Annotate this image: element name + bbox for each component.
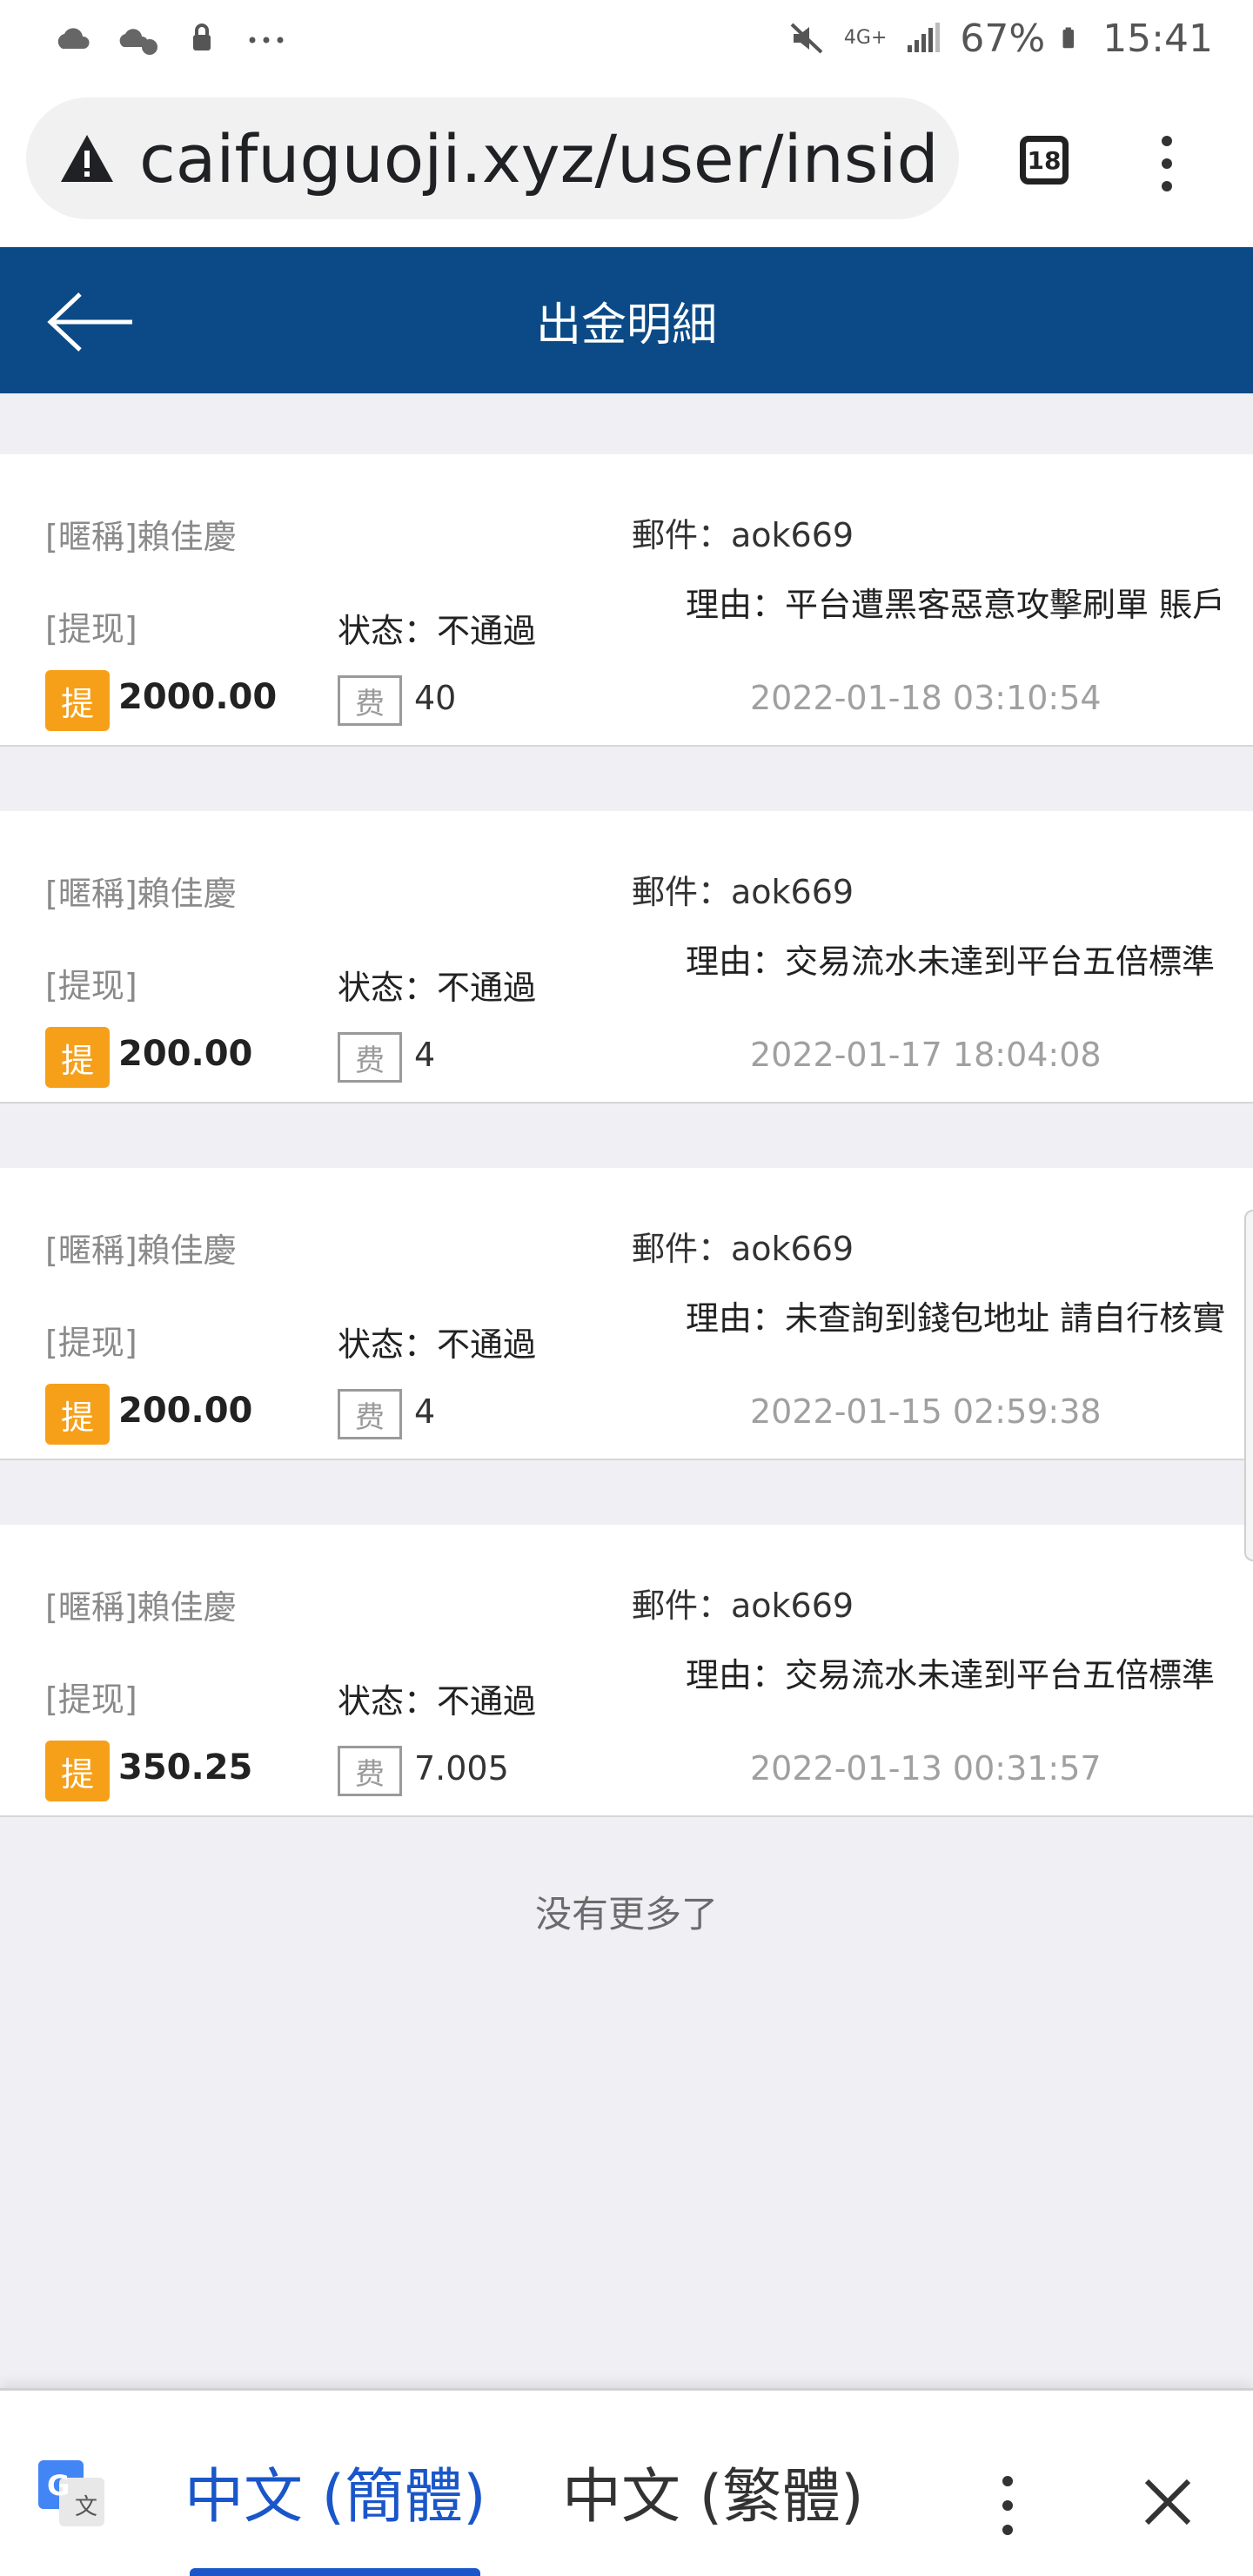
withdraw-tag: 提 xyxy=(45,1741,110,1801)
nickname: [暱稱]賴佳慶 xyxy=(45,518,237,556)
record-type: [提现] xyxy=(45,1680,137,1719)
battery-icon xyxy=(1062,27,1075,49)
email: 郵件：aok669 xyxy=(632,516,854,554)
url-text[interactable]: caifuguoji.xyz/user/insid xyxy=(139,120,939,198)
language-simplified-tab[interactable]: 中文 (簡體) xyxy=(184,2448,486,2534)
fee-value: 4 xyxy=(414,1392,436,1431)
tab-count: 18 xyxy=(1027,145,1062,175)
withdrawal-record[interactable]: [暱稱]賴佳慶 郵件：aok669 理由：交易流水未達到平台五倍標準 [提现] … xyxy=(0,811,1253,1104)
scrollbar[interactable] xyxy=(1244,1210,1253,1561)
reason: 理由：交易流水未達到平台五倍標準 xyxy=(686,1656,1216,1694)
translate-bar: G 文 中文 (簡體) 中文 (繁體) xyxy=(0,2388,1253,2576)
status: 状态：不通過 xyxy=(338,1682,537,1721)
google-translate-icon: G 文 xyxy=(38,2460,104,2526)
clock: 15:41 xyxy=(1102,16,1213,61)
withdrawal-record[interactable]: [暱稱]賴佳慶 郵件：aok669 理由：交易流水未達到平台五倍標準 [提现] … xyxy=(0,1525,1253,1817)
timestamp: 2022-01-13 00:31:57 xyxy=(750,1749,1102,1788)
nickname: [暱稱]賴佳慶 xyxy=(45,1588,237,1627)
email: 郵件：aok669 xyxy=(632,1587,854,1625)
close-icon[interactable] xyxy=(1140,2474,1196,2530)
withdraw-tag: 提 xyxy=(45,1027,110,1088)
signal-icon xyxy=(908,23,941,52)
cloud-icon xyxy=(57,28,90,49)
email: 郵件：aok669 xyxy=(632,1230,854,1268)
status: 状态：不通過 xyxy=(338,612,537,650)
warning-icon[interactable] xyxy=(59,133,115,184)
network-type: 4G+ xyxy=(843,27,888,49)
amount: 350.25 xyxy=(118,1748,253,1788)
status: 状态：不通過 xyxy=(338,969,537,1007)
svg-text:文: 文 xyxy=(75,2494,97,2520)
translate-options-icon[interactable] xyxy=(997,2471,1018,2540)
amount: 2000.00 xyxy=(118,677,278,717)
withdraw-tag: 提 xyxy=(45,670,110,731)
battery-percent: 67% xyxy=(960,16,1046,61)
cloud-notification-icon xyxy=(119,29,157,55)
amount: 200.00 xyxy=(118,1391,253,1431)
fee-label: 费 xyxy=(338,675,402,726)
reason: 理由：未查詢到錢包地址 請自行核實 xyxy=(686,1299,1226,1338)
browser-toolbar: caifuguoji.xyz/user/insid 18 xyxy=(0,77,1253,247)
timestamp: 2022-01-15 02:59:38 xyxy=(750,1392,1102,1431)
app-header: 出金明細 xyxy=(0,247,1253,393)
record-type: [提现] xyxy=(45,610,137,648)
svg-text:G: G xyxy=(47,2469,70,2502)
reason: 理由：交易流水未達到平台五倍標準 xyxy=(686,943,1216,981)
mute-icon xyxy=(790,23,823,54)
fee-value: 7.005 xyxy=(414,1749,509,1788)
record-type: [提现] xyxy=(45,1324,137,1362)
status: 状态：不通過 xyxy=(338,1325,537,1364)
more-notifications-icon xyxy=(249,37,284,44)
fee-value: 40 xyxy=(414,679,457,717)
status-bar: 4G+ 67% 15:41 xyxy=(0,0,1253,77)
language-traditional-tab[interactable]: 中文 (繁體) xyxy=(562,2448,864,2534)
fee-label: 费 xyxy=(338,1032,402,1083)
email: 郵件：aok669 xyxy=(632,873,854,911)
withdrawal-record[interactable]: [暱稱]賴佳慶 郵件：aok669 理由：未查詢到錢包地址 請自行核實 [提现]… xyxy=(0,1168,1253,1460)
nickname: [暱稱]賴佳慶 xyxy=(45,875,237,913)
withdraw-tag: 提 xyxy=(45,1384,110,1445)
fee-value: 4 xyxy=(414,1036,436,1074)
fee-label: 费 xyxy=(338,1746,402,1796)
active-tab-indicator xyxy=(190,2568,480,2576)
reason: 理由：平台遭黑客惡意攻擊刷單 賬戶 xyxy=(686,586,1226,624)
timestamp: 2022-01-18 03:10:54 xyxy=(750,679,1102,717)
lock-icon xyxy=(193,23,211,50)
fee-label: 费 xyxy=(338,1389,402,1439)
address-bar[interactable]: caifuguoji.xyz/user/insid xyxy=(26,97,959,219)
timestamp: 2022-01-17 18:04:08 xyxy=(750,1036,1102,1074)
nickname: [暱稱]賴佳慶 xyxy=(45,1231,237,1270)
tab-switcher-button[interactable]: 18 xyxy=(1020,136,1069,184)
withdrawal-record[interactable]: [暱稱]賴佳慶 郵件：aok669 理由：平台遭黑客惡意攻擊刷單 賬戶 [提现]… xyxy=(0,454,1253,747)
end-of-list-text: 没有更多了 xyxy=(534,1893,718,1935)
amount: 200.00 xyxy=(118,1034,253,1074)
page-title: 出金明細 xyxy=(535,299,717,352)
browser-menu-icon[interactable] xyxy=(1154,129,1180,198)
record-type: [提现] xyxy=(45,967,137,1005)
back-arrow-icon[interactable] xyxy=(45,291,136,353)
